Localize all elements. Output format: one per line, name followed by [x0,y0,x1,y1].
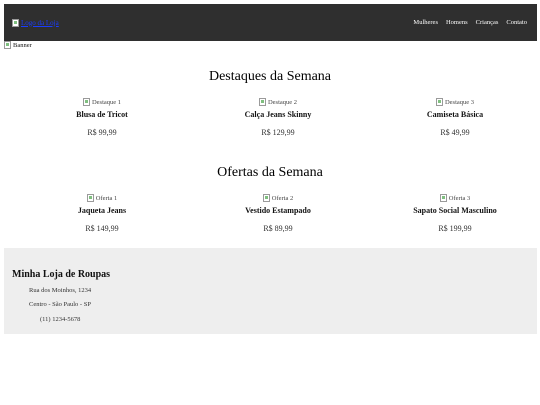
image-alt-text: Destaque 2 [267,98,298,106]
offer-card[interactable]: Oferta 1 Jaqueta Jeans R$ 149,99 [22,194,182,233]
nav-link-mulheres[interactable]: Mulheres [413,19,438,26]
footer-address-line2: Centro - São Paulo - SP [29,301,91,308]
image-alt-text: Oferta 2 [271,194,294,202]
broken-image-icon [82,98,90,106]
nav-link-criancas[interactable]: Crianças [476,19,499,26]
product-image[interactable]: Destaque 2 [198,98,358,106]
image-alt-text: Destaque 1 [91,98,122,106]
banner-alt-text: Banner [13,41,32,49]
product-name: Blusa de Tricot [76,110,128,119]
nav-link-homens[interactable]: Homens [446,19,468,26]
product-price: R$ 99,99 [87,128,117,137]
broken-image-icon [4,41,11,49]
product-name: Jaqueta Jeans [77,206,127,215]
product-image[interactable]: Oferta 1 [22,194,182,202]
product-name: Calça Jeans Skinny [244,110,312,119]
product-image[interactable]: Oferta 2 [198,194,358,202]
site-footer: Minha Loja de Roupas Rua dos Moinhos, 12… [4,248,537,334]
footer-address-line1: Rua dos Moinhos, 1234 [29,287,92,294]
image-alt-text: Oferta 3 [448,194,471,202]
nav-link-contato[interactable]: Contato [506,19,527,26]
product-price: R$ 129,99 [261,128,295,137]
site-header: Logo da Loja Mulheres Homens Crianças Co… [4,4,537,41]
offer-card[interactable]: Oferta 2 Vestido Estampado R$ 89,99 [198,194,358,233]
offers-section-title: Ofertas da Semana [217,165,323,180]
product-price: R$ 199,99 [438,224,472,233]
product-price: R$ 149,99 [85,224,119,233]
featured-section-title: Destaques da Semana [208,69,332,84]
broken-image-icon [262,194,270,202]
product-image[interactable]: Oferta 3 [375,194,535,202]
page: Logo da Loja Mulheres Homens Crianças Co… [0,0,540,405]
image-alt-text: Destaque 3 [444,98,475,106]
broken-image-icon [258,98,266,106]
logo-alt-text: Logo da Loja [21,18,59,27]
featured-card[interactable]: Destaque 1 Blusa de Tricot R$ 99,99 [22,98,182,137]
product-price: R$ 89,99 [263,224,293,233]
featured-card[interactable]: Destaque 3 Camiseta Básica R$ 49,99 [375,98,535,137]
footer-store-name: Minha Loja de Roupas [12,269,111,280]
broken-image-icon [86,194,94,202]
image-alt-text: Oferta 1 [95,194,118,202]
footer-phone: (11) 1234-5678 [40,316,81,323]
broken-image-icon [439,194,447,202]
product-name: Camiseta Básica [426,110,484,119]
product-image[interactable]: Destaque 3 [375,98,535,106]
featured-card[interactable]: Destaque 2 Calça Jeans Skinny R$ 129,99 [198,98,358,137]
banner-image: Banner [4,41,32,49]
product-image[interactable]: Destaque 1 [22,98,182,106]
main-nav: Mulheres Homens Crianças Contato [413,19,527,26]
broken-image-icon [435,98,443,106]
product-price: R$ 49,99 [440,128,470,137]
product-name: Vestido Estampado [245,206,311,215]
broken-image-icon [12,18,19,27]
product-name: Sapato Social Masculino [413,206,497,215]
offer-card[interactable]: Oferta 3 Sapato Social Masculino R$ 199,… [375,194,535,233]
logo-link[interactable]: Logo da Loja [12,18,59,27]
